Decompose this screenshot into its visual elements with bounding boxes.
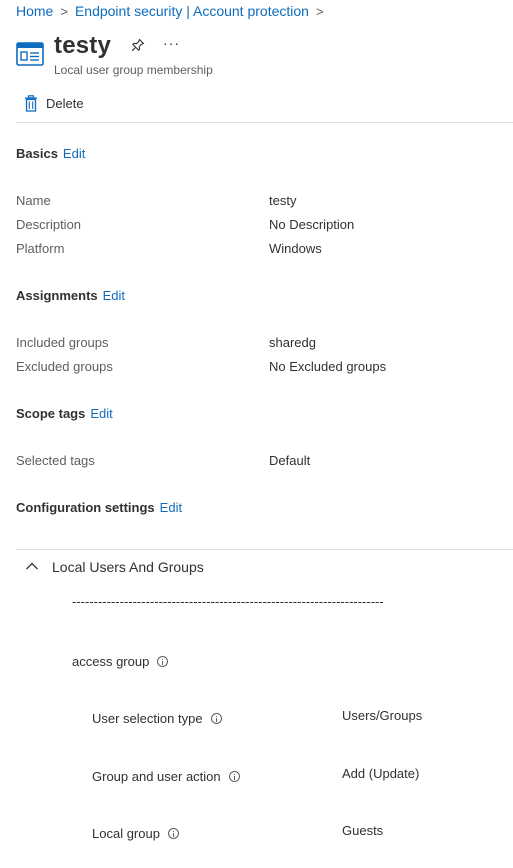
basics-edit-link[interactable]: Edit	[63, 146, 85, 161]
trash-icon	[25, 95, 37, 112]
breadcrumb-separator: >	[315, 3, 324, 19]
description-value: No Description	[269, 217, 355, 232]
user-selection-type-text: User selection type	[92, 711, 203, 726]
assignments-heading: Assignments Edit	[16, 288, 125, 303]
breadcrumb-separator: >	[60, 3, 68, 19]
excluded-groups-value: No Excluded groups	[269, 359, 387, 374]
toolbar-divider	[16, 122, 513, 123]
page-title: testy	[54, 32, 112, 59]
policy-icon	[16, 42, 44, 66]
more-options-button[interactable]: ···	[163, 35, 180, 51]
chevron-up-icon[interactable]	[25, 561, 39, 571]
group-user-action-label: Group and user action	[92, 769, 240, 784]
info-icon[interactable]	[210, 713, 222, 724]
breadcrumb-account-protection-link[interactable]: Endpoint security | Account protection	[75, 3, 309, 19]
platform-label: Platform	[16, 241, 65, 256]
delete-label: Delete	[46, 96, 84, 111]
access-group-label: access group	[72, 654, 169, 669]
info-icon[interactable]	[157, 656, 169, 667]
configuration-edit-link[interactable]: Edit	[160, 500, 182, 515]
included-groups-label: Included groups	[16, 335, 109, 350]
platform-value: Windows	[269, 241, 322, 256]
pin-icon[interactable]	[131, 38, 145, 54]
access-group-text: access group	[72, 654, 150, 669]
configuration-heading: Configuration settings Edit	[16, 500, 182, 515]
user-selection-type-value: Users/Groups	[342, 708, 423, 723]
breadcrumb-home-link[interactable]: Home	[16, 3, 53, 19]
group-user-action-value: Add (Update)	[342, 766, 420, 781]
scope-tags-edit-link[interactable]: Edit	[90, 406, 112, 421]
basics-heading-text: Basics	[16, 146, 58, 161]
description-label: Description	[16, 217, 82, 232]
local-users-groups-toggle[interactable]: Local Users And Groups	[52, 559, 204, 575]
user-selection-type-label: User selection type	[92, 711, 222, 726]
selected-tags-label: Selected tags	[16, 453, 95, 468]
included-groups-value: sharedg	[269, 335, 316, 350]
configuration-divider	[16, 549, 513, 550]
info-icon[interactable]	[228, 771, 240, 782]
local-group-label: Local group	[92, 826, 179, 841]
assignments-edit-link[interactable]: Edit	[103, 288, 125, 303]
scope-tags-heading-text: Scope tags	[16, 406, 86, 421]
assignments-heading-text: Assignments	[16, 288, 98, 303]
scope-tags-heading: Scope tags Edit	[16, 406, 113, 421]
group-user-action-text: Group and user action	[92, 769, 221, 784]
delete-button[interactable]: Delete	[24, 95, 84, 112]
selected-tags-value: Default	[269, 453, 311, 468]
excluded-groups-label: Excluded groups	[16, 359, 113, 374]
configuration-heading-text: Configuration settings	[16, 500, 155, 515]
name-label: Name	[16, 193, 51, 208]
name-value: testy	[269, 193, 297, 208]
page-subtitle: Local user group membership	[54, 63, 213, 77]
breadcrumb: Home > Endpoint security | Account prote…	[16, 3, 331, 19]
separator-dashes: ----------------------------------------…	[72, 594, 384, 609]
local-group-text: Local group	[92, 826, 160, 841]
basics-heading: Basics Edit	[16, 146, 85, 161]
info-icon[interactable]	[167, 828, 179, 839]
local-group-value: Guests	[342, 823, 384, 838]
